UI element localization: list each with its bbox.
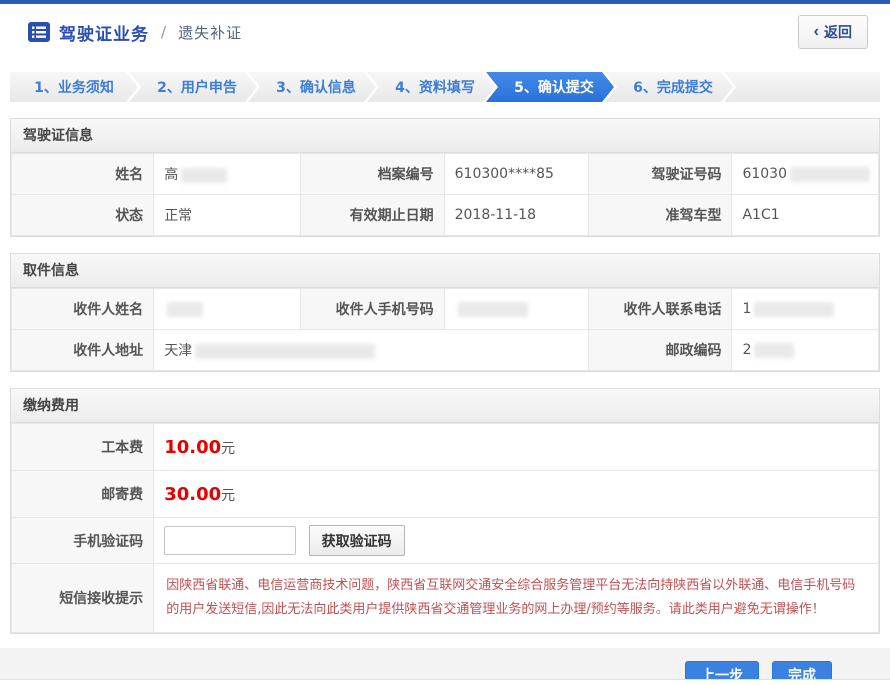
- license-section-title: 驾驶证信息: [11, 119, 879, 153]
- wizard-step-1: 1、业务须知: [10, 72, 138, 102]
- breadcrumb: 驾驶证业务 / 遗失补证: [28, 20, 242, 45]
- license-info-section: 驾驶证信息 姓名 高 档案编号 610300****85 驾驶证号码 61030…: [10, 118, 880, 237]
- table-row: 收件人姓名 收件人手机号码 收件人联系电话 1: [12, 289, 879, 330]
- license-number-label: 驾驶证号码: [589, 154, 732, 195]
- redacted-text: [790, 167, 870, 182]
- table-row: 手机验证码 获取验证码: [12, 518, 879, 564]
- sms-notice-label: 短信接收提示: [12, 564, 154, 633]
- redacted-text: [181, 168, 227, 183]
- back-button-label: 返回: [824, 22, 852, 42]
- wizard-step-2: 2、用户申告: [129, 72, 257, 102]
- recipient-phone-value: 1: [732, 289, 879, 330]
- redacted-text: [754, 302, 834, 317]
- mailing-fee-value: 30.00元: [154, 471, 879, 518]
- fees-section-title: 缴纳费用: [11, 389, 879, 423]
- license-info-table: 姓名 高 档案编号 610300****85 驾驶证号码 61030 状态 正常…: [11, 153, 879, 236]
- wizard-filler: [724, 72, 880, 102]
- redacted-text: [754, 343, 794, 358]
- recipient-mobile-value: [444, 289, 589, 330]
- recipient-name-label: 收件人姓名: [12, 289, 154, 330]
- fee-amount: 10.00: [164, 437, 221, 458]
- redacted-text: [195, 344, 375, 359]
- recipient-phone-label: 收件人联系电话: [589, 289, 732, 330]
- form-list-icon: [28, 21, 50, 43]
- table-row: 姓名 高 档案编号 610300****85 驾驶证号码 61030: [12, 154, 879, 195]
- production-fee-label: 工本费: [12, 424, 154, 471]
- pickup-section-title: 取件信息: [11, 254, 879, 288]
- table-row: 收件人地址 天津 邮政编码 2: [12, 330, 879, 371]
- redacted-text: [458, 302, 528, 317]
- wizard-step-5-active: 5、确认提交: [486, 72, 614, 102]
- file-number-value: 610300****85: [444, 154, 589, 195]
- postal-code-value: 2: [732, 330, 879, 371]
- table-row: 邮寄费 30.00元: [12, 471, 879, 518]
- name-value: 高: [154, 154, 301, 195]
- expiry-label: 有效期止日期: [300, 195, 444, 236]
- production-fee-value: 10.00元: [154, 424, 879, 471]
- wizard-step-6: 6、完成提交: [605, 72, 733, 102]
- chevron-left-icon: ‹: [814, 24, 819, 40]
- wizard-step-3: 3、确认信息: [248, 72, 376, 102]
- fee-amount: 30.00: [164, 484, 221, 505]
- sms-code-label: 手机验证码: [12, 518, 154, 564]
- back-button[interactable]: ‹ 返回: [798, 15, 868, 49]
- page-title: 驾驶证业务: [59, 20, 149, 45]
- status-label: 状态: [12, 195, 154, 236]
- page: 驾驶证业务 / 遗失补证 ‹ 返回 1、业务须知 2、用户申告 3、确认信息 4…: [0, 0, 890, 685]
- pickup-info-section: 取件信息 收件人姓名 收件人手机号码 收件人联系电话 1 收件人地址 天津 邮政…: [10, 253, 880, 372]
- fees-table: 工本费 10.00元 邮寄费 30.00元 手机验证码 获取验证码 短信接收提示: [11, 423, 879, 633]
- page-subtitle: 遗失补证: [178, 22, 242, 43]
- recipient-mobile-label: 收件人手机号码: [300, 289, 444, 330]
- recipient-address-value: 天津: [154, 330, 589, 371]
- step-wizard: 1、业务须知 2、用户申告 3、确认信息 4、资料填写 5、确认提交 6、完成提…: [10, 72, 880, 102]
- sms-code-input[interactable]: [164, 526, 296, 555]
- expiry-value: 2018-11-18: [444, 195, 589, 236]
- postal-code-label: 邮政编码: [589, 330, 732, 371]
- recipient-name-value: [154, 289, 301, 330]
- vehicle-class-label: 准驾车型: [589, 195, 732, 236]
- sms-notice-text: 因陕西省联通、电信运营商技术问题，陕西省互联网交通安全综合服务管理平台无法向持陕…: [154, 564, 879, 633]
- main-panel: 驾驶证业务 / 遗失补证 ‹ 返回 1、业务须知 2、用户申告 3、确认信息 4…: [0, 4, 890, 648]
- fee-unit: 元: [221, 441, 235, 457]
- sms-code-cell: 获取验证码: [154, 518, 879, 564]
- page-header: 驾驶证业务 / 遗失补证 ‹ 返回: [10, 4, 880, 60]
- status-value: 正常: [154, 195, 301, 236]
- file-number-label: 档案编号: [300, 154, 444, 195]
- bottom-divider: [0, 679, 890, 685]
- table-row: 工本费 10.00元: [12, 424, 879, 471]
- fees-section: 缴纳费用 工本费 10.00元 邮寄费 30.00元 手机验证码 获取验证码: [10, 388, 880, 634]
- redacted-text: [167, 302, 203, 317]
- breadcrumb-separator: /: [161, 23, 166, 41]
- fee-unit: 元: [221, 488, 235, 504]
- table-row: 状态 正常 有效期止日期 2018-11-18 准驾车型 A1C1: [12, 195, 879, 236]
- name-label: 姓名: [12, 154, 154, 195]
- license-number-value: 61030: [732, 154, 879, 195]
- vehicle-class-value: A1C1: [732, 195, 879, 236]
- wizard-step-4: 4、资料填写: [367, 72, 495, 102]
- table-row: 短信接收提示 因陕西省联通、电信运营商技术问题，陕西省互联网交通安全综合服务管理…: [12, 564, 879, 633]
- recipient-address-label: 收件人地址: [12, 330, 154, 371]
- get-code-button[interactable]: 获取验证码: [309, 525, 405, 556]
- pickup-info-table: 收件人姓名 收件人手机号码 收件人联系电话 1 收件人地址 天津 邮政编码 2: [11, 288, 879, 371]
- mailing-fee-label: 邮寄费: [12, 471, 154, 518]
